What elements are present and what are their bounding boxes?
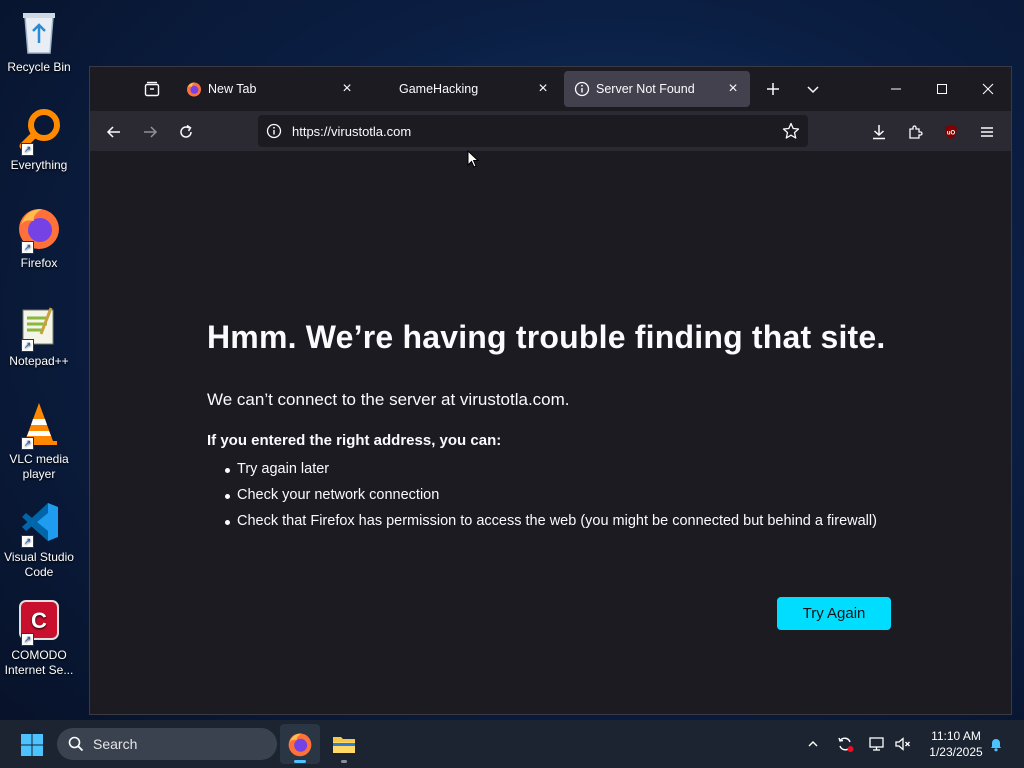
folder-icon bbox=[333, 737, 355, 753]
tab-bar: New Tab × GameHacking × Server Not Found… bbox=[90, 67, 1011, 111]
svg-text:uO: uO bbox=[947, 131, 956, 137]
desktop-icon-label: COMODO Internet Se... bbox=[4, 648, 74, 677]
info-icon bbox=[574, 81, 590, 97]
desktop-icon-vlc[interactable]: ↗ VLC media player bbox=[0, 400, 78, 482]
taskbar-file-explorer[interactable] bbox=[324, 724, 364, 764]
desktop-icon-notepadpp[interactable]: ↗ Notepad++ bbox=[0, 302, 78, 369]
desktop-icon-label: Everything bbox=[10, 158, 68, 172]
windows-start-icon[interactable] bbox=[20, 733, 44, 757]
try-again-button[interactable]: Try Again bbox=[777, 597, 891, 630]
tab-title: New Tab bbox=[208, 82, 257, 96]
running-indicator bbox=[341, 760, 347, 763]
list-item: Check your network connection bbox=[225, 487, 907, 503]
shortcut-arrow-icon: ↗ bbox=[21, 143, 34, 156]
desktop-icon-label: Visual Studio Code bbox=[4, 550, 74, 579]
notification-bell-icon[interactable] bbox=[986, 734, 1006, 754]
recycle-bin-icon bbox=[15, 8, 63, 56]
desktop-icon-label: Recycle Bin bbox=[7, 60, 71, 74]
site-info-icon[interactable] bbox=[266, 123, 282, 139]
desktop-icon-label: Notepad++ bbox=[9, 354, 69, 368]
browser-window: New Tab × GameHacking × Server Not Found… bbox=[89, 66, 1012, 715]
page-content: Hmm. We’re having trouble finding that s… bbox=[90, 151, 1011, 714]
suggestions-list: Try again later Check your network conne… bbox=[225, 461, 907, 529]
desktop-icon-everything[interactable]: ↗ Everything bbox=[0, 106, 78, 173]
notepadpp-icon: ↗ bbox=[15, 302, 63, 352]
taskbar-firefox[interactable] bbox=[280, 724, 320, 764]
taskbar-search[interactable]: Search bbox=[57, 728, 277, 760]
error-description: We can’t connect to the server at virust… bbox=[207, 390, 570, 409]
suggestions-lead: If you entered the right address, you ca… bbox=[207, 432, 502, 449]
close-tab-icon[interactable]: × bbox=[534, 80, 552, 98]
tab-title: Server Not Found bbox=[596, 82, 695, 96]
reload-button[interactable] bbox=[173, 119, 199, 145]
forward-button[interactable] bbox=[137, 119, 163, 145]
search-label: Search bbox=[93, 736, 138, 752]
clock-time: 11:10 AM bbox=[931, 729, 981, 743]
list-item: Try again later bbox=[225, 461, 907, 477]
close-tab-icon[interactable]: × bbox=[724, 80, 742, 98]
shortcut-arrow-icon: ↗ bbox=[21, 535, 34, 548]
tab-new-tab[interactable]: New Tab × bbox=[176, 71, 364, 107]
tab-gamehacking[interactable]: GameHacking × bbox=[370, 71, 560, 107]
minimize-button[interactable] bbox=[873, 67, 919, 111]
tab-title: GameHacking bbox=[399, 82, 479, 96]
volume-muted-icon[interactable] bbox=[893, 734, 913, 754]
navigation-toolbar: https://virustotla.com uO bbox=[90, 111, 1011, 151]
desktop-icon-comodo[interactable]: C ↗ COMODO Internet Se... bbox=[0, 596, 78, 678]
active-indicator bbox=[294, 760, 306, 763]
shortcut-arrow-icon: ↗ bbox=[21, 241, 34, 254]
bookmark-star-icon[interactable] bbox=[782, 122, 800, 140]
desktop-icon-firefox[interactable]: ↗ Firefox bbox=[0, 204, 78, 271]
back-button[interactable] bbox=[101, 119, 127, 145]
new-tab-button[interactable] bbox=[761, 77, 785, 101]
everything-icon: ↗ bbox=[15, 106, 63, 156]
show-hidden-icons-chevron-up-icon[interactable] bbox=[803, 734, 823, 754]
tab-server-not-found[interactable]: Server Not Found × bbox=[564, 71, 750, 107]
url-text[interactable]: https://virustotla.com bbox=[292, 124, 411, 139]
clock-date: 1/23/2025 bbox=[929, 745, 983, 759]
firefox-icon bbox=[186, 81, 202, 97]
taskbar: Search 11:10 AM 1/23/2025 bbox=[0, 720, 1024, 768]
svg-text:C: C bbox=[31, 608, 47, 633]
menu-hamburger-icon[interactable] bbox=[974, 119, 1000, 145]
shortcut-arrow-icon: ↗ bbox=[21, 339, 34, 352]
desktop-icon-recycle-bin[interactable]: Recycle Bin bbox=[0, 8, 78, 75]
ublock-origin-icon[interactable]: uO bbox=[938, 119, 964, 145]
close-tab-icon[interactable]: × bbox=[338, 80, 356, 98]
close-window-button[interactable] bbox=[965, 67, 1011, 111]
list-all-tabs-chevron-down-icon[interactable] bbox=[801, 77, 825, 101]
error-title: Hmm. We’re having trouble finding that s… bbox=[207, 319, 886, 355]
search-icon bbox=[67, 735, 85, 753]
network-icon[interactable] bbox=[867, 734, 887, 754]
desktop-icon-label: Firefox bbox=[20, 256, 58, 270]
list-item: Check that Firefox has permission to acc… bbox=[225, 513, 907, 529]
sync-update-icon[interactable] bbox=[835, 734, 855, 754]
shortcut-arrow-icon: ↗ bbox=[21, 633, 34, 646]
maximize-button[interactable] bbox=[919, 67, 965, 111]
mouse-cursor-icon bbox=[467, 150, 479, 168]
error-message: Hmm. We’re having trouble finding that s… bbox=[207, 319, 907, 539]
downloads-icon[interactable] bbox=[866, 119, 892, 145]
desktop-icon-vscode[interactable]: ↗ Visual Studio Code bbox=[0, 498, 78, 580]
desktop-icon-label: VLC media player bbox=[9, 452, 69, 481]
shortcut-arrow-icon: ↗ bbox=[21, 437, 34, 450]
firefox-icon bbox=[288, 733, 312, 757]
url-bar[interactable]: https://virustotla.com bbox=[258, 115, 808, 147]
vlc-cone-icon: ↗ bbox=[15, 400, 63, 450]
system-clock[interactable]: 11:10 AM 1/23/2025 bbox=[920, 728, 992, 760]
firefox-icon: ↗ bbox=[15, 204, 63, 254]
vscode-icon: ↗ bbox=[15, 498, 63, 548]
comodo-icon: C ↗ bbox=[15, 596, 63, 646]
extensions-puzzle-icon[interactable] bbox=[902, 119, 928, 145]
tab-overview-icon[interactable] bbox=[142, 79, 162, 99]
